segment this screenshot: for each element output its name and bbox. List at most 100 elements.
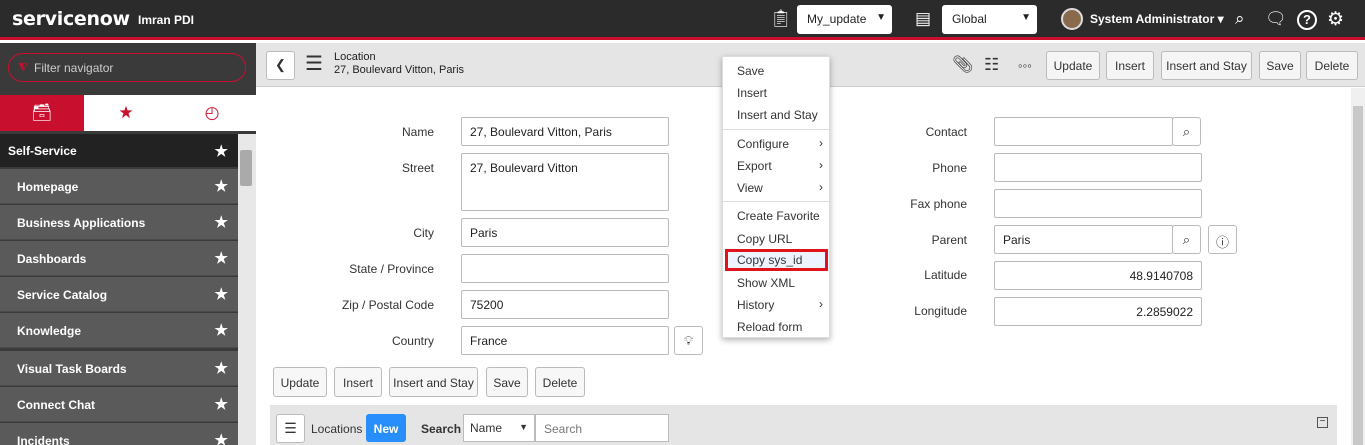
sidebar-item-service-catalog[interactable]: Service Catalog ★ <box>0 277 238 312</box>
insert-and-stay-button[interactable]: Insert and Stay <box>1161 51 1252 80</box>
application-icon[interactable]: ▤ <box>915 9 931 29</box>
star-icon[interactable]: ★ <box>215 249 228 267</box>
menu-item-copy-sys-id[interactable]: Copy sys_id <box>725 249 828 271</box>
star-icon[interactable]: ★ <box>215 177 228 195</box>
scrollbar-thumb[interactable] <box>1353 106 1363 445</box>
personalize-sliders-icon[interactable]: ☷ <box>984 55 999 75</box>
street-field[interactable]: 27, Boulevard Vitton <box>461 153 669 211</box>
fax-label: Fax phone <box>910 197 967 211</box>
star-icon[interactable]: ★ <box>215 321 228 339</box>
avatar[interactable] <box>1061 8 1083 30</box>
hamburger-menu-icon[interactable]: ☰ <box>305 54 323 74</box>
latitude-field[interactable]: 48.9140708 <box>994 261 1202 290</box>
name-field[interactable]: 27, Boulevard Vitton, Paris <box>461 117 669 146</box>
sidebar-item-label: Visual Task Boards <box>17 362 127 376</box>
form-update-button[interactable]: Update <box>273 367 327 397</box>
star-icon[interactable]: ★ <box>215 213 228 231</box>
form-save-button[interactable]: Save <box>486 367 528 397</box>
city-field[interactable]: Paris <box>461 218 669 247</box>
city-label: City <box>413 226 434 240</box>
contact-lookup-button[interactable]: ⌕ <box>1172 117 1201 146</box>
update-set-select[interactable]: My_update ▼ <box>797 5 892 34</box>
gear-icon[interactable]: ⚙ <box>1327 8 1344 31</box>
user-menu[interactable]: System Administrator ▾ <box>1090 12 1224 26</box>
search-icon[interactable]: ⌕ <box>1235 9 1245 29</box>
back-button[interactable]: ❮ <box>266 51 295 80</box>
tab-favorites[interactable]: ★ <box>84 95 168 131</box>
context-menu: Save Insert Insert and Stay Configure › … <box>722 56 830 338</box>
connect-chat-icon[interactable]: 🗨︎ <box>1265 9 1287 29</box>
star-icon[interactable]: ★ <box>215 142 228 160</box>
sidebar-item-knowledge[interactable]: Knowledge ★ <box>0 313 238 348</box>
zip-field[interactable]: 75200 <box>461 290 669 319</box>
sidebar-item-business-applications[interactable]: Business Applications ★ <box>0 205 238 240</box>
menu-item-insert-and-stay[interactable]: Insert and Stay <box>737 108 818 122</box>
form-delete-button[interactable]: Delete <box>535 367 585 397</box>
parent-info-button[interactable]: ⓘ <box>1208 225 1237 254</box>
star-icon[interactable]: ★ <box>215 431 228 445</box>
new-button[interactable]: New <box>366 414 406 442</box>
sidebar-item-dashboards[interactable]: Dashboards ★ <box>0 241 238 276</box>
nav-section-self-service[interactable]: Self-Service ★ <box>0 134 238 167</box>
menu-item-save[interactable]: Save <box>737 64 764 78</box>
star-icon[interactable]: ★ <box>215 359 228 377</box>
menu-divider <box>723 129 829 130</box>
hamburger-menu-icon: ☰ <box>284 420 297 436</box>
star-icon[interactable]: ★ <box>215 395 228 413</box>
section-label: Self-Service <box>8 144 77 158</box>
sidebar-item-incidents[interactable]: Incidents ★ <box>0 423 238 445</box>
menu-item-view[interactable]: View <box>737 181 763 195</box>
sidebar-item-label: Service Catalog <box>17 288 108 302</box>
longitude-field[interactable]: 2.2859022 <box>994 297 1202 326</box>
form-record-name: 27, Boulevard Vitton, Paris <box>334 64 465 76</box>
update-button[interactable]: Update <box>1046 51 1100 80</box>
paperclip-icon[interactable]: 📎︎ <box>952 55 974 75</box>
application-navigator: ⧨ Filter navigator 🗃︎ ★ ◴ Self-Service ★… <box>0 43 256 445</box>
content-scrollbar[interactable] <box>1351 88 1365 445</box>
servicenow-logo[interactable]: servicenow <box>12 8 130 30</box>
menu-item-reload-form[interactable]: Reload form <box>737 320 802 334</box>
sidebar-item-connect-chat[interactable]: Connect Chat ★ <box>0 387 238 422</box>
parent-lookup-button[interactable]: ⌕ <box>1172 225 1201 254</box>
menu-item-insert[interactable]: Insert <box>737 86 767 100</box>
menu-item-create-favorite[interactable]: Create Favorite <box>737 209 820 223</box>
menu-item-copy-sys-id-label: Copy sys_id <box>737 253 803 267</box>
menu-item-copy-url[interactable]: Copy URL <box>737 232 792 246</box>
delete-button[interactable]: Delete <box>1306 51 1358 80</box>
lightbulb-suggestion-button[interactable]: 💡︎ <box>674 326 703 355</box>
menu-item-show-xml[interactable]: Show XML <box>737 276 795 290</box>
search-label: Search <box>421 422 462 436</box>
tab-history[interactable]: ◴ <box>170 95 254 131</box>
star-icon[interactable]: ★ <box>215 285 228 303</box>
navigator-scrollbar[interactable] <box>238 134 256 445</box>
tab-all-apps[interactable]: 🗃︎ <box>0 95 84 131</box>
related-list-search-input[interactable]: Search <box>535 414 669 442</box>
state-field[interactable] <box>461 254 669 283</box>
menu-item-configure[interactable]: Configure <box>737 137 789 151</box>
more-options-icon[interactable]: ◦◦◦ <box>1018 58 1032 73</box>
help-icon[interactable]: ? <box>1297 10 1317 30</box>
form-insert-button[interactable]: Insert <box>334 367 382 397</box>
form-insert-and-stay-button[interactable]: Insert and Stay <box>389 367 478 397</box>
save-button[interactable]: Save <box>1259 51 1301 80</box>
menu-item-export[interactable]: Export <box>737 159 772 173</box>
phone-field[interactable] <box>994 153 1202 182</box>
contact-field[interactable] <box>994 117 1173 146</box>
sidebar-item-label: Incidents <box>17 434 70 445</box>
sidebar-item-homepage[interactable]: Homepage ★ <box>0 169 238 204</box>
country-field[interactable]: France <box>461 326 669 355</box>
list-menu-button[interactable]: ☰ <box>276 414 305 443</box>
parent-field[interactable]: Paris <box>994 225 1173 254</box>
star-icon: ★ <box>118 103 134 122</box>
menu-item-history[interactable]: History <box>737 298 774 312</box>
sidebar-item-visual-task-boards[interactable]: Visual Task Boards ★ <box>0 351 238 386</box>
fax-field[interactable] <box>994 189 1202 218</box>
scrollbar-thumb[interactable] <box>240 150 252 186</box>
insert-button[interactable]: Insert <box>1106 51 1154 80</box>
scope-select[interactable]: Global ▼ <box>942 5 1037 34</box>
filter-navigator-input[interactable]: ⧨ Filter navigator <box>8 53 246 82</box>
search-field-select[interactable]: Name ▼ <box>463 414 535 442</box>
clipboard-icon[interactable]: 📋︎ <box>770 9 792 29</box>
sidebar-item-label: Homepage <box>17 180 79 194</box>
collapse-icon[interactable]: − <box>1317 417 1328 428</box>
